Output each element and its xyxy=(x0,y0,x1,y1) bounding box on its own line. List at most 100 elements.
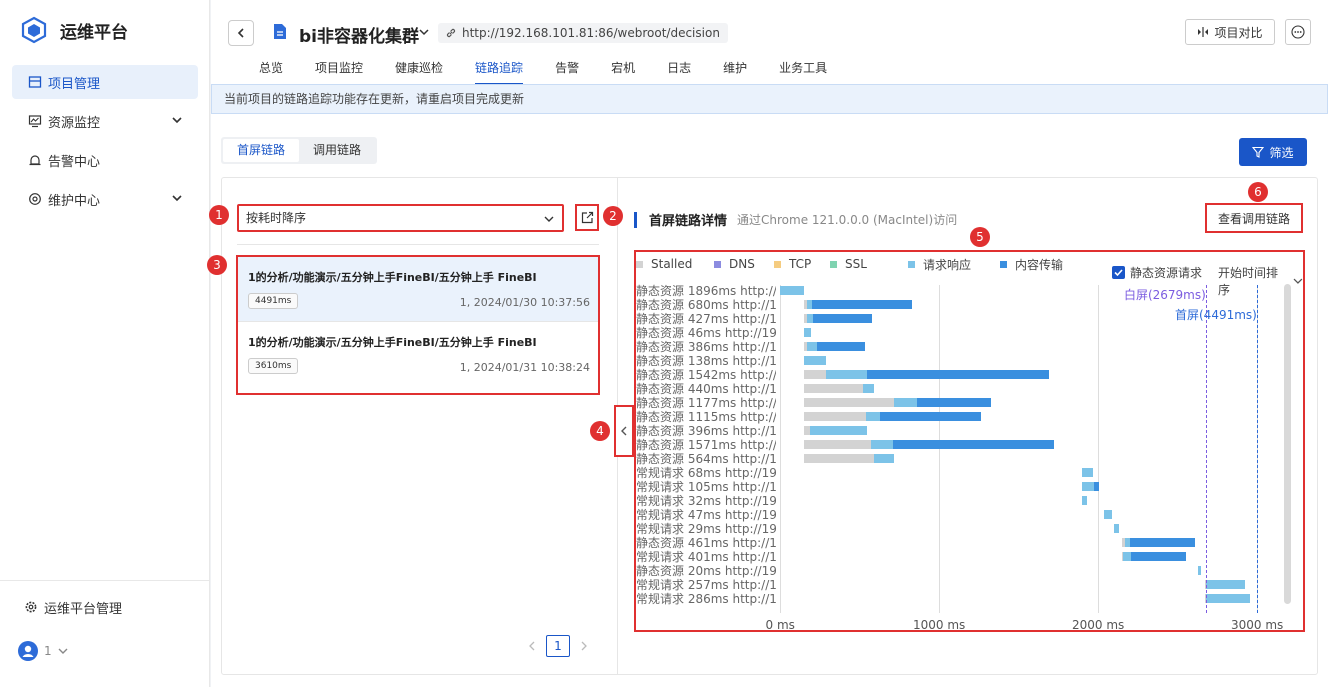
checkbox-checked-icon xyxy=(1112,266,1125,279)
legend-label: 请求响应 xyxy=(923,257,972,272)
timing-bar[interactable] xyxy=(880,412,982,421)
timing-bar[interactable] xyxy=(1123,552,1132,561)
more-button[interactable] xyxy=(1285,19,1311,45)
page-number[interactable]: 1 xyxy=(546,635,570,657)
row-label: 静态资源 440ms http://1... xyxy=(636,382,776,396)
timing-bar[interactable] xyxy=(1104,510,1112,519)
timing-bar[interactable] xyxy=(803,440,871,449)
compare-label: 项目对比 xyxy=(1214,25,1263,40)
alarm-icon xyxy=(29,155,41,166)
timing-bar[interactable] xyxy=(862,384,874,393)
detail-header: 首屏链路详情 通过Chrome 121.0.0.0 (MacIntel)访问 xyxy=(634,210,957,229)
tab-crash[interactable]: 宕机 xyxy=(611,59,635,83)
timing-bar[interactable] xyxy=(1131,552,1186,561)
row-label: 静态资源 427ms http://1... xyxy=(636,312,776,326)
legend-label: DNS xyxy=(729,257,755,271)
timing-bar[interactable] xyxy=(1129,538,1196,547)
timing-bar[interactable] xyxy=(803,370,827,379)
tab-monitor[interactable]: 项目监控 xyxy=(315,59,363,83)
user-menu[interactable]: 1 xyxy=(18,641,68,661)
legend-swatch xyxy=(714,260,721,268)
timing-bar[interactable] xyxy=(803,328,812,337)
timing-bar[interactable] xyxy=(813,314,872,323)
chevron-left-icon[interactable] xyxy=(528,641,536,651)
timing-bar[interactable] xyxy=(803,454,874,463)
timing-bar[interactable] xyxy=(1198,566,1202,575)
brand-logo[interactable]: 运维平台 xyxy=(20,16,128,44)
timing-bar[interactable] xyxy=(870,440,893,449)
timing-bar[interactable] xyxy=(816,342,866,351)
row-label: 常规请求 105ms http://1... xyxy=(636,480,776,494)
timing-bar[interactable] xyxy=(873,454,894,463)
timing-bar[interactable] xyxy=(867,370,1049,379)
timing-bar[interactable] xyxy=(826,370,868,379)
timing-bar[interactable] xyxy=(892,440,1054,449)
compare-button[interactable]: 项目对比 xyxy=(1185,19,1275,45)
timing-bar[interactable] xyxy=(807,342,817,351)
tab-trace[interactable]: 链路追踪 xyxy=(475,59,524,85)
cube-icon xyxy=(21,16,47,44)
row-label: 静态资源 1571ms http://... xyxy=(636,438,776,452)
timing-bar[interactable] xyxy=(1082,468,1093,477)
list-item[interactable]: 1的分析/功能演示/五分钟上手FineBI/五分钟上手 FineBI 4491m… xyxy=(238,257,598,321)
timing-bar[interactable] xyxy=(803,412,866,421)
timing-bar[interactable] xyxy=(1206,594,1250,603)
project-title: bi非容器化集群 xyxy=(299,27,419,47)
timing-bar[interactable] xyxy=(810,426,867,435)
segment-first-screen[interactable]: 首屏链路 xyxy=(223,139,300,162)
chart-scrollbar[interactable] xyxy=(1284,284,1291,604)
project-url[interactable]: http://192.168.101.81:86/webroot/decisio… xyxy=(438,23,728,43)
platform-settings[interactable]: 运维平台管理 xyxy=(12,590,198,624)
sidebar-item-alert[interactable]: 告警中心 xyxy=(12,143,198,177)
back-button[interactable] xyxy=(228,20,254,46)
row-label: 常规请求 257ms http://1... xyxy=(636,578,776,592)
timing-bar[interactable] xyxy=(803,398,895,407)
timing-bar[interactable] xyxy=(803,384,863,393)
chevron-left-icon xyxy=(621,426,627,436)
timing-bar[interactable] xyxy=(894,398,917,407)
static-resource-checkbox[interactable]: 静态资源请求 xyxy=(1112,264,1202,281)
filter-label: 筛选 xyxy=(1269,145,1294,160)
trace-date: 1, 2024/01/30 10:37:56 xyxy=(459,296,590,309)
timing-bar[interactable] xyxy=(1082,482,1095,491)
timing-bar[interactable] xyxy=(1094,482,1099,491)
monitor-icon xyxy=(28,115,42,128)
trace-title: 1的分析/功能演示/五分钟上手FineBI/五分钟上手 FineBI xyxy=(248,271,537,284)
sidebar-item-label: 维护中心 xyxy=(48,193,101,209)
chevron-right-icon[interactable] xyxy=(580,641,588,651)
row-label: 静态资源 680ms http://1... xyxy=(636,298,776,312)
timing-bar[interactable] xyxy=(916,398,991,407)
sidebar-item-resource[interactable]: 资源监控 xyxy=(12,104,198,138)
tab-log[interactable]: 日志 xyxy=(667,59,691,83)
tab-tools[interactable]: 业务工具 xyxy=(779,59,827,83)
tab-overview[interactable]: 总览 xyxy=(259,59,283,83)
legend-item: TCP xyxy=(774,257,811,271)
sidebar-item-project[interactable]: 项目管理 xyxy=(12,65,198,99)
chevron-down-icon[interactable] xyxy=(419,27,429,37)
timing-bar[interactable] xyxy=(865,412,881,421)
grid-line xyxy=(780,285,781,613)
tab-alert[interactable]: 告警 xyxy=(555,59,579,83)
timing-bar[interactable] xyxy=(1206,580,1246,589)
legend-swatch xyxy=(774,260,781,268)
user-name: 1 xyxy=(44,644,52,658)
export-button[interactable] xyxy=(575,204,599,231)
filter-button[interactable]: 筛选 xyxy=(1239,138,1307,166)
timing-bar[interactable] xyxy=(811,300,912,309)
segment-call-trace[interactable]: 调用链路 xyxy=(299,139,375,162)
timing-bar[interactable] xyxy=(1113,524,1119,533)
list-item[interactable]: 1的分析/功能演示/五分钟上手FineBI/五分钟上手 FineBI 3610m… xyxy=(238,322,598,386)
view-call-trace-button[interactable]: 查看调用链路 xyxy=(1205,203,1303,233)
sort-select[interactable]: 按耗时降序 xyxy=(237,204,564,232)
timing-bar[interactable] xyxy=(780,286,804,295)
timing-bar[interactable] xyxy=(803,356,826,365)
brand-name: 运维平台 xyxy=(60,22,128,43)
annotation-badge-2: 2 xyxy=(603,206,623,226)
tab-maintain[interactable]: 维护 xyxy=(723,59,747,83)
collapse-toggle[interactable] xyxy=(614,405,634,457)
timing-bar[interactable] xyxy=(1082,496,1088,505)
legend-swatch xyxy=(1000,260,1007,268)
sidebar-item-maintain[interactable]: 维护中心 xyxy=(12,182,198,216)
tab-health[interactable]: 健康巡检 xyxy=(395,59,443,83)
document-icon xyxy=(274,24,286,39)
